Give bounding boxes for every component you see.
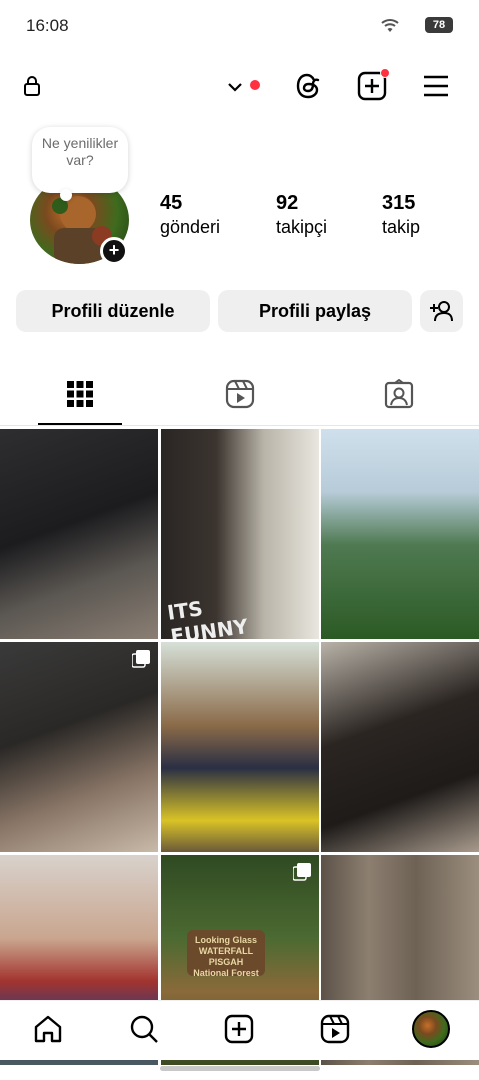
home-indicator <box>160 1066 320 1071</box>
sign-line: WATERFALL <box>198 946 254 956</box>
edit-profile-button[interactable]: Profili düzenle <box>16 290 210 332</box>
stat-posts-label: gönderi <box>160 217 221 237</box>
grid-icon <box>67 381 93 407</box>
waterfall-sign: Looking Glass WATERFALL PISGAH National … <box>187 930 265 978</box>
home-icon <box>34 1015 62 1043</box>
nav-profile-avatar[interactable] <box>412 1010 450 1048</box>
status-time: 16:08 <box>26 16 69 35</box>
tab-reels[interactable] <box>198 362 282 426</box>
discover-people-button[interactable] <box>420 290 463 332</box>
sign-line: Looking Glass <box>194 935 257 945</box>
note-bubble-tail <box>60 189 72 201</box>
tab-grid[interactable] <box>38 362 122 426</box>
search-icon <box>130 1015 158 1043</box>
create-icon <box>224 1014 254 1044</box>
menu-icon[interactable] <box>418 68 454 104</box>
nav-reels[interactable] <box>317 1011 353 1047</box>
stat-posts[interactable]: 45 gönderi <box>160 192 220 238</box>
stat-posts-value: 45 <box>160 192 183 214</box>
bottom-navigation <box>0 1000 479 1060</box>
profile-tabs <box>0 362 479 426</box>
reels-icon <box>320 1014 350 1044</box>
add-person-icon <box>429 301 453 322</box>
post-thumbnail[interactable] <box>321 642 479 852</box>
post-shirt-text: ITS FUNNY <box>165 596 250 639</box>
stat-following-value: 315 <box>382 192 416 214</box>
sign-line: PISGAH <box>208 957 244 967</box>
profile-top-bar <box>0 60 479 112</box>
post-thumbnail[interactable] <box>0 429 158 639</box>
lock-icon[interactable] <box>18 72 46 100</box>
post-thumbnail[interactable]: ITS FUNNY <box>161 429 319 639</box>
tab-tagged[interactable] <box>357 362 441 426</box>
profile-note-bubble[interactable]: Ne yenilikler var? <box>32 127 128 193</box>
wifi-icon <box>381 19 399 32</box>
stat-followers-value: 92 <box>276 192 299 214</box>
stat-following-label: takip <box>382 217 421 237</box>
share-profile-button[interactable]: Profili paylaş <box>218 290 412 332</box>
nav-create[interactable] <box>221 1011 257 1047</box>
post-thumbnail[interactable] <box>0 642 158 852</box>
active-tab-indicator <box>38 423 122 425</box>
stat-followers-label: takipçi <box>276 217 328 237</box>
stat-following[interactable]: 315 takip <box>382 192 420 238</box>
notification-dot <box>250 80 260 90</box>
sign-line: National Forest <box>193 968 259 978</box>
stat-followers[interactable]: 92 takipçi <box>276 192 327 238</box>
status-bar: 16:08 78 <box>0 0 479 52</box>
post-thumbnail[interactable] <box>321 429 479 639</box>
create-notification-dot <box>380 68 390 78</box>
post-thumbnail[interactable] <box>161 642 319 852</box>
reels-icon <box>225 379 255 409</box>
nav-search[interactable] <box>126 1011 162 1047</box>
battery-indicator: 78 <box>425 17 453 33</box>
nav-home[interactable] <box>30 1011 66 1047</box>
carousel-icon <box>293 863 311 881</box>
profile-note-text: Ne yenilikler var? <box>41 135 119 168</box>
tagged-icon <box>384 379 414 409</box>
carousel-icon <box>132 650 150 668</box>
account-switcher-chevron-icon[interactable] <box>222 74 248 100</box>
add-story-plus-icon[interactable]: + <box>100 237 128 265</box>
threads-icon[interactable] <box>290 68 326 104</box>
